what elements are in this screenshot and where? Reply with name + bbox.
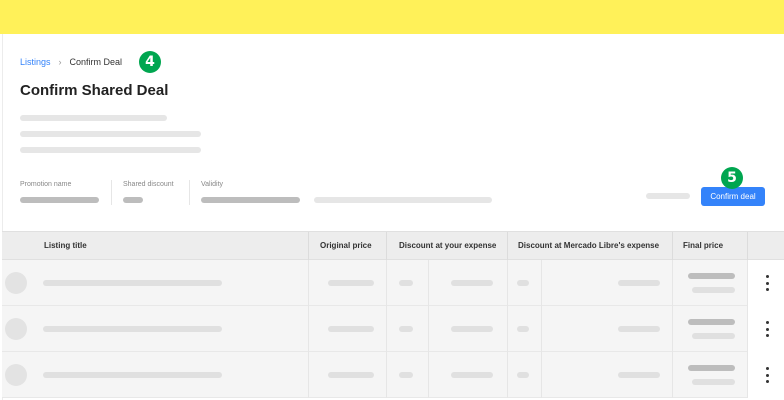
description-skeleton (20, 131, 201, 137)
column-divider (541, 260, 542, 306)
top-bar (0, 0, 784, 34)
listings-table: Listing title Original price Discount at… (2, 231, 784, 398)
breadcrumb-current: Confirm Deal (69, 57, 123, 67)
column-divider (308, 232, 309, 261)
promotion-name-value (20, 197, 99, 203)
more-vertical-icon[interactable] (765, 275, 769, 291)
confirm-deal-button[interactable]: Confirm deal (701, 187, 765, 206)
column-divider (507, 232, 508, 261)
column-divider (386, 260, 387, 306)
column-divider (308, 306, 309, 352)
listing-title-skeleton (43, 326, 222, 332)
column-divider (507, 306, 508, 352)
final-price-skeleton (688, 319, 735, 325)
discount-percent-skeleton (517, 280, 529, 286)
column-divider (386, 306, 387, 352)
step-badge: 4 (139, 51, 161, 73)
column-divider (308, 260, 309, 306)
column-divider (672, 260, 673, 306)
more-vertical-icon[interactable] (765, 321, 769, 337)
discount-amount-skeleton (618, 280, 660, 286)
description-skeleton (20, 115, 167, 121)
breadcrumb: Listings › Confirm Deal (20, 57, 122, 67)
header-discount-ml-expense[interactable]: Discount at Mercado Libre's expense (518, 241, 659, 250)
original-price-skeleton (328, 280, 374, 286)
divider (189, 180, 190, 205)
chevron-right-icon: › (58, 57, 62, 67)
discount-percent-skeleton (399, 326, 413, 332)
listing-thumbnail (5, 272, 27, 294)
more-vertical-icon[interactable] (765, 367, 769, 383)
header-final-price[interactable]: Final price (683, 241, 723, 250)
listing-thumbnail (5, 318, 27, 340)
shared-discount-label: Shared discount (123, 181, 174, 188)
column-divider (747, 232, 748, 261)
summary-skeleton (646, 193, 690, 199)
column-divider (672, 352, 673, 398)
column-divider (386, 352, 387, 398)
step-badge: 5 (721, 167, 743, 189)
table-row[interactable] (2, 306, 784, 352)
page: Listings › Confirm Deal 4 Confirm Shared… (0, 0, 784, 400)
column-divider (541, 352, 542, 398)
final-price-secondary-skeleton (692, 333, 735, 339)
discount-amount-skeleton (451, 372, 493, 378)
page-title: Confirm Shared Deal (20, 82, 169, 99)
table-row[interactable] (2, 352, 784, 398)
column-divider (507, 352, 508, 398)
discount-percent-skeleton (517, 372, 529, 378)
listing-thumbnail (5, 364, 27, 386)
column-divider (308, 352, 309, 398)
discount-amount-skeleton (451, 326, 493, 332)
final-price-skeleton (688, 365, 735, 371)
discount-percent-skeleton (399, 280, 413, 286)
column-divider (507, 260, 508, 306)
discount-percent-skeleton (399, 372, 413, 378)
final-price-skeleton (688, 273, 735, 279)
validity-value (201, 197, 300, 203)
original-price-skeleton (328, 372, 374, 378)
divider (111, 180, 112, 205)
header-original-price[interactable]: Original price (320, 241, 372, 250)
listing-title-skeleton (43, 280, 222, 286)
column-divider (672, 232, 673, 261)
listing-title-skeleton (43, 372, 222, 378)
column-divider (386, 232, 387, 261)
promotion-name-label: Promotion name (20, 181, 72, 188)
validity-range-skeleton (314, 197, 492, 203)
column-divider (428, 306, 429, 352)
description-skeleton (20, 147, 201, 153)
header-discount-your-expense[interactable]: Discount at your expense (399, 241, 496, 250)
table-row[interactable] (2, 260, 784, 306)
discount-percent-skeleton (517, 326, 529, 332)
column-divider (672, 306, 673, 352)
validity-label: Validity (201, 181, 224, 188)
column-divider (541, 306, 542, 352)
table-header: Listing title Original price Discount at… (2, 231, 784, 261)
breadcrumb-listings-link[interactable]: Listings (20, 57, 51, 67)
discount-amount-skeleton (618, 326, 660, 332)
final-price-secondary-skeleton (692, 287, 735, 293)
column-divider (428, 260, 429, 306)
discount-amount-skeleton (451, 280, 493, 286)
final-price-secondary-skeleton (692, 379, 735, 385)
shared-discount-value (123, 197, 143, 203)
header-listing-title[interactable]: Listing title (44, 241, 87, 250)
column-divider (428, 352, 429, 398)
original-price-skeleton (328, 326, 374, 332)
discount-amount-skeleton (618, 372, 660, 378)
